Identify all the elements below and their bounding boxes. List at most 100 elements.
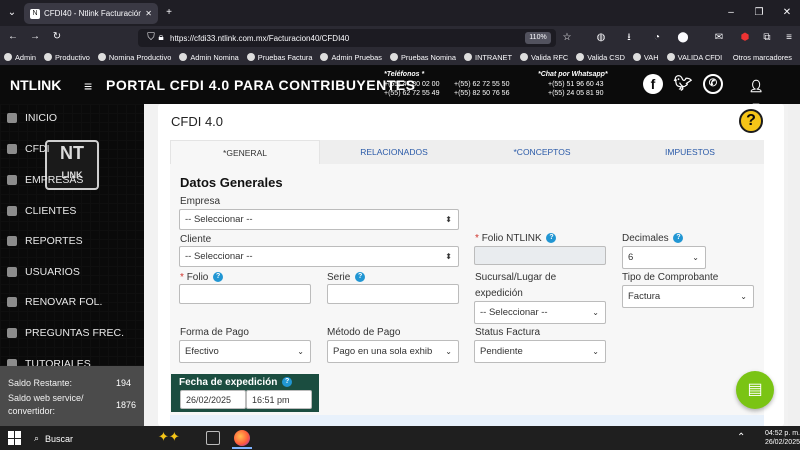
sidebar-item-label: CFDI bbox=[25, 143, 50, 155]
question-icon[interactable]: ? bbox=[546, 233, 557, 244]
back-icon[interactable]: ← bbox=[6, 30, 20, 44]
close-window-icon[interactable]: ✕ bbox=[780, 6, 794, 20]
fecha-date-input[interactable]: 26/02/2025 bbox=[180, 390, 246, 409]
other-bookmarks[interactable]: Otros marcadores bbox=[733, 53, 792, 62]
hamburger-icon[interactable]: ≡ bbox=[84, 78, 92, 94]
bookmark-item[interactable]: Pruebas Nomina bbox=[389, 53, 456, 62]
chat-button[interactable]: ▤ bbox=[736, 371, 774, 409]
empresa-select[interactable]: -- Seleccionar -- ⬍ bbox=[179, 209, 459, 230]
sidebar-item-preguntas-frec[interactable]: PREGUNTAS FREC. bbox=[0, 322, 144, 344]
bookmark-item[interactable]: Nomina Productivo bbox=[97, 53, 171, 62]
bookmark-item[interactable]: VAH bbox=[632, 53, 659, 62]
facebook-icon[interactable]: f bbox=[643, 74, 663, 94]
tab-conceptos[interactable]: *CONCEPTOS bbox=[468, 140, 616, 164]
whatsapp-1[interactable]: +(55) 51 96 60 43 bbox=[548, 80, 603, 89]
sparkle-icon[interactable]: ✦✦ bbox=[158, 429, 180, 445]
windows-start-icon[interactable] bbox=[8, 431, 22, 445]
whatsapp-2[interactable]: +(55) 24 05 81 90 bbox=[548, 89, 603, 98]
metodo-pago-select[interactable]: Pago en una sola exhib ⌄ bbox=[327, 340, 459, 363]
extensions-icon[interactable]: ◔ bbox=[650, 31, 664, 45]
puzzle-icon[interactable]: ⧉ bbox=[760, 31, 774, 45]
account-icon[interactable]: ⬤ bbox=[676, 31, 690, 45]
phone-1[interactable]: +(55) 47 80 02 00 bbox=[384, 80, 439, 89]
question-icon[interactable]: ? bbox=[282, 377, 293, 388]
task-view-icon[interactable] bbox=[206, 431, 220, 445]
whatsapp-icon[interactable]: ✆ bbox=[703, 74, 723, 94]
tab-impuestos[interactable]: IMPUESTOS bbox=[616, 140, 764, 164]
sidebar-item-renovar-fol[interactable]: RENOVAR FOL. bbox=[0, 291, 144, 313]
sidebar-item-icon bbox=[7, 297, 17, 307]
bookmark-item[interactable]: Admin Pruebas bbox=[320, 53, 382, 62]
bookmark-item[interactable]: Valida RFC bbox=[520, 53, 568, 62]
sidebar-item-label: INICIO bbox=[25, 112, 58, 124]
sidebar-item-usuarios[interactable]: USUARIOS bbox=[0, 261, 144, 283]
serie-input[interactable] bbox=[327, 284, 459, 304]
minimize-window-icon[interactable]: – bbox=[724, 6, 738, 20]
sidebar-item-label: USUARIOS bbox=[25, 266, 80, 278]
chevron-up-icon[interactable]: ⌃ bbox=[737, 432, 745, 443]
decimales-select[interactable]: 6 ⌄ bbox=[622, 246, 706, 269]
star-icon[interactable]: ☆ bbox=[560, 31, 574, 45]
zoom-level[interactable]: 110% bbox=[525, 32, 551, 44]
ublock-icon[interactable]: ⬢ bbox=[738, 31, 752, 45]
folio-ntlink-label-text: Folio NTLINK bbox=[481, 233, 542, 244]
bookmark-item[interactable]: Admin Nomina bbox=[179, 53, 239, 62]
firefox-icon[interactable] bbox=[234, 430, 250, 446]
reload-icon[interactable]: ↻ bbox=[50, 30, 64, 44]
bookmark-item[interactable]: Pruebas Factura bbox=[246, 53, 312, 62]
help-button[interactable]: ? bbox=[739, 109, 763, 133]
sidebar-item-cfdi[interactable]: CFDI bbox=[0, 138, 144, 160]
cliente-select[interactable]: -- Seleccionar -- ⬍ bbox=[179, 246, 459, 267]
tab-general[interactable]: *GENERAL bbox=[170, 140, 320, 164]
saldo-restante-value: 194 bbox=[116, 378, 132, 388]
tipo-comprobante-label: Tipo de Comprobante bbox=[622, 272, 719, 283]
address-bar[interactable]: ⛉ 🔒︎ https://cfdi33.ntlink.com.mx/Factur… bbox=[138, 29, 556, 47]
question-icon[interactable]: ? bbox=[355, 272, 366, 283]
phone-3[interactable]: +(55) 62 72 55 50 bbox=[454, 80, 509, 89]
folio-ntlink-input bbox=[474, 246, 606, 265]
taskbar-search[interactable]: ⌕ Buscar bbox=[30, 430, 142, 447]
next-section-header[interactable] bbox=[170, 415, 764, 426]
menu-icon[interactable]: ≡ bbox=[782, 31, 796, 45]
tab-list-icon[interactable]: ⌄ bbox=[5, 6, 19, 20]
question-icon[interactable]: ? bbox=[673, 233, 684, 244]
tab-relacionados[interactable]: RELACIONADOS bbox=[320, 140, 468, 164]
browser-tab[interactable]: N CFDI40 - Ntlink Facturación ✕ bbox=[24, 3, 158, 24]
user-menu-icon[interactable]: 👤︎▾ bbox=[746, 76, 766, 113]
bookmark-globe-icon bbox=[246, 53, 255, 61]
sidebar-item-empresas[interactable]: EMPRESAS bbox=[0, 169, 144, 191]
fecha-time-input[interactable]: 16:51 pm bbox=[246, 390, 312, 409]
bookmark-globe-icon bbox=[179, 53, 188, 61]
pocket-icon[interactable]: ◍ bbox=[594, 31, 608, 45]
phone-4[interactable]: +(55) 82 50 76 56 bbox=[454, 89, 509, 98]
forma-pago-select[interactable]: Efectivo ⌄ bbox=[179, 340, 311, 363]
brand-logo[interactable]: NTLINK bbox=[10, 77, 61, 93]
bookmark-label: Admin Pruebas bbox=[331, 52, 382, 62]
bookmark-item[interactable]: Admin bbox=[4, 53, 36, 62]
sidebar-item-label: REPORTES bbox=[25, 235, 83, 247]
download-icon[interactable]: ⭳ bbox=[622, 31, 636, 45]
mail-icon[interactable]: ✉ bbox=[712, 31, 726, 45]
question-icon[interactable]: ? bbox=[213, 272, 224, 283]
status-factura-select[interactable]: Pendiente ⌄ bbox=[474, 340, 606, 363]
select-arrow-icon: ⬍ bbox=[445, 215, 452, 224]
tipo-comprobante-select[interactable]: Factura ⌄ bbox=[622, 285, 754, 308]
folio-input[interactable] bbox=[179, 284, 311, 304]
sucursal-select[interactable]: -- Seleccionar -- ⌄ bbox=[474, 301, 606, 324]
sidebar-item-clientes[interactable]: CLIENTES bbox=[0, 200, 144, 222]
bookmark-item[interactable]: VALIDA CFDI bbox=[666, 53, 722, 62]
bookmark-item[interactable]: Productivo bbox=[43, 53, 90, 62]
twitter-icon[interactable]: 🐦︎ bbox=[673, 74, 693, 94]
sidebar-item-inicio[interactable]: INICIO bbox=[0, 107, 144, 129]
page-scrollbar[interactable] bbox=[788, 104, 800, 426]
bookmark-item[interactable]: Valida CSD bbox=[576, 53, 625, 62]
new-tab-button[interactable]: + bbox=[162, 6, 176, 20]
tab-close-icon[interactable]: ✕ bbox=[145, 9, 152, 18]
sidebar-item-reportes[interactable]: REPORTES bbox=[0, 230, 144, 252]
bookmark-item[interactable]: INTRANET bbox=[464, 53, 512, 62]
cliente-value: -- Seleccionar -- bbox=[185, 251, 253, 262]
forward-icon[interactable]: → bbox=[28, 30, 42, 44]
taskbar-clock[interactable]: 04:52 p. m. 26/02/2025 bbox=[756, 429, 800, 447]
maximize-window-icon[interactable]: ❐ bbox=[752, 6, 766, 20]
phone-2[interactable]: +(55) 62 72 55 49 bbox=[384, 89, 439, 98]
